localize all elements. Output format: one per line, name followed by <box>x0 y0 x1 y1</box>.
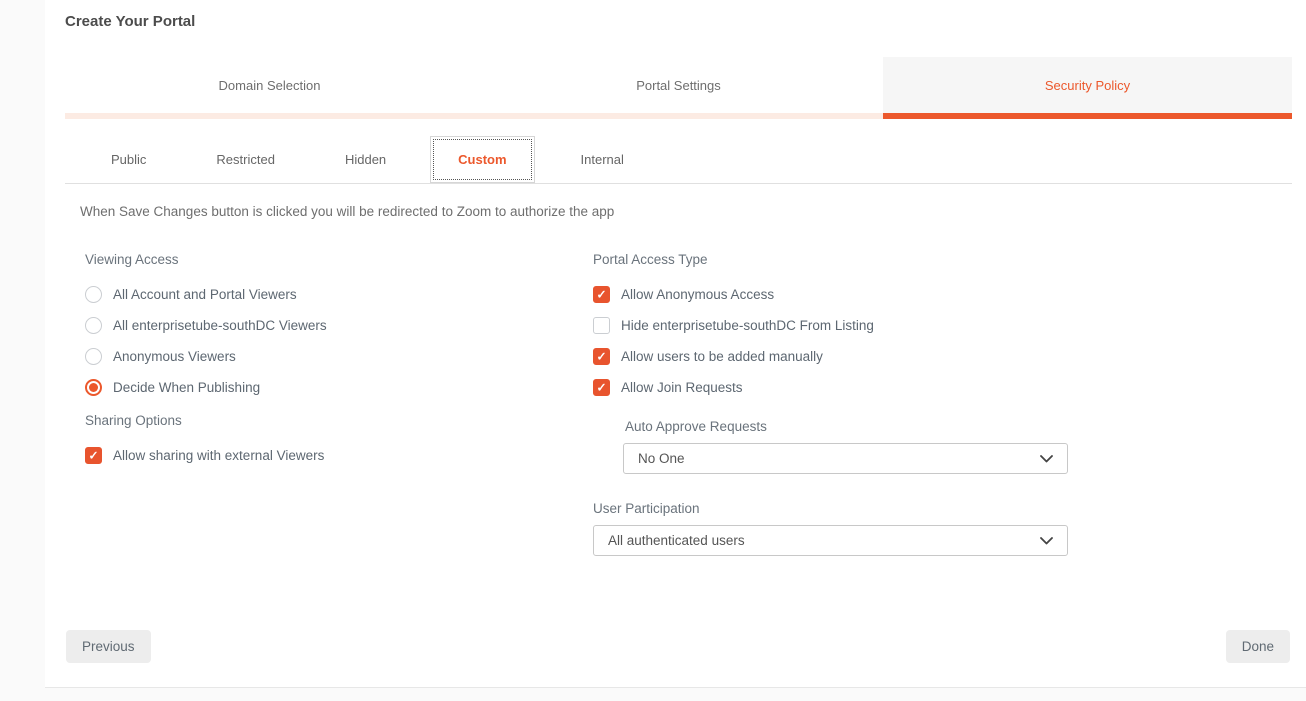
checkbox-allow-join-requests[interactable]: ✓ Allow Join Requests <box>593 372 1292 403</box>
tab-domain-selection-label: Domain Selection <box>219 78 321 93</box>
security-policy-subtabs: Public Restricted Hidden Custom Internal <box>65 136 1292 184</box>
checkbox-allow-users-added-manually[interactable]: ✓ Allow users to be added manually <box>593 341 1292 372</box>
page-title: Create Your Portal <box>65 13 1292 30</box>
subtab-restricted-label: Restricted <box>216 152 275 167</box>
checkbox-icon[interactable]: ✓ <box>593 379 610 396</box>
checkbox-icon[interactable]: ✓ <box>593 317 610 334</box>
radio-label: Anonymous Viewers <box>113 349 236 364</box>
checkbox-allow-external-sharing[interactable]: ✓ Allow sharing with external Viewers <box>85 440 593 471</box>
settings-columns: Viewing Access All Account and Portal Vi… <box>85 252 1292 556</box>
checkbox-icon[interactable]: ✓ <box>85 447 102 464</box>
portal-access-heading: Portal Access Type <box>593 252 1292 267</box>
radio-label: All enterprisetube-southDC Viewers <box>113 318 327 333</box>
auto-approve-select[interactable]: No One <box>623 443 1068 474</box>
radio-decide-when-publishing[interactable]: Decide When Publishing <box>85 372 593 403</box>
subtab-public[interactable]: Public <box>87 136 170 183</box>
checkbox-label: Hide enterprisetube-southDC From Listing <box>621 318 874 333</box>
done-button[interactable]: Done <box>1226 630 1290 663</box>
zoom-authorize-notice: When Save Changes button is clicked you … <box>80 204 1292 219</box>
checkbox-label: Allow Anonymous Access <box>621 287 774 302</box>
subtab-hidden-label: Hidden <box>345 152 386 167</box>
subtab-custom-label: Custom <box>458 152 506 167</box>
user-participation-value: All authenticated users <box>608 533 1040 548</box>
chevron-down-icon <box>1040 537 1053 545</box>
viewing-access-heading: Viewing Access <box>85 252 593 267</box>
check-icon: ✓ <box>596 288 606 300</box>
radio-label: All Account and Portal Viewers <box>113 287 297 302</box>
tab-portal-settings-label: Portal Settings <box>636 78 721 93</box>
subtab-internal-label: Internal <box>581 152 624 167</box>
subtab-custom[interactable]: Custom <box>430 136 534 183</box>
create-portal-panel: Create Your Portal Domain Selection Port… <box>45 0 1306 688</box>
subtab-public-label: Public <box>111 152 146 167</box>
checkbox-label: Allow Join Requests <box>621 380 743 395</box>
radio-button-icon[interactable] <box>85 348 102 365</box>
previous-button[interactable]: Previous <box>66 630 151 663</box>
tab-security-policy-label: Security Policy <box>1045 78 1130 93</box>
radio-all-account-portal-viewers[interactable]: All Account and Portal Viewers <box>85 279 593 310</box>
auto-approve-value: No One <box>638 451 1040 466</box>
sharing-options-heading: Sharing Options <box>85 413 593 428</box>
checkbox-label: Allow sharing with external Viewers <box>113 448 324 463</box>
subtab-restricted[interactable]: Restricted <box>192 136 299 183</box>
radio-button-icon[interactable] <box>85 379 102 396</box>
checkbox-icon[interactable]: ✓ <box>593 286 610 303</box>
tab-portal-settings[interactable]: Portal Settings <box>474 57 883 119</box>
user-participation-label: User Participation <box>593 501 1292 516</box>
portal-access-column: Portal Access Type ✓ Allow Anonymous Acc… <box>593 252 1292 556</box>
chevron-down-icon <box>1040 455 1053 463</box>
user-participation-select[interactable]: All authenticated users <box>593 525 1068 556</box>
tab-security-policy[interactable]: Security Policy <box>883 57 1292 119</box>
tab-domain-selection[interactable]: Domain Selection <box>65 57 474 119</box>
subtab-internal[interactable]: Internal <box>557 136 648 183</box>
wizard-tabs: Domain Selection Portal Settings Securit… <box>65 57 1292 119</box>
checkbox-hide-from-listing[interactable]: ✓ Hide enterprisetube-southDC From Listi… <box>593 310 1292 341</box>
check-icon: ✓ <box>88 449 98 461</box>
auto-approve-label: Auto Approve Requests <box>625 419 1292 434</box>
radio-anonymous-viewers[interactable]: Anonymous Viewers <box>85 341 593 372</box>
radio-all-enterprisetube-southdc-viewers[interactable]: All enterprisetube-southDC Viewers <box>85 310 593 341</box>
checkbox-allow-anonymous-access[interactable]: ✓ Allow Anonymous Access <box>593 279 1292 310</box>
radio-button-icon[interactable] <box>85 317 102 334</box>
checkbox-icon[interactable]: ✓ <box>593 348 610 365</box>
radio-label: Decide When Publishing <box>113 380 260 395</box>
viewing-access-column: Viewing Access All Account and Portal Vi… <box>85 252 593 556</box>
checkbox-label: Allow users to be added manually <box>621 349 823 364</box>
subtab-hidden[interactable]: Hidden <box>321 136 410 183</box>
check-icon: ✓ <box>596 381 606 393</box>
check-icon: ✓ <box>596 350 606 362</box>
radio-button-icon[interactable] <box>85 286 102 303</box>
